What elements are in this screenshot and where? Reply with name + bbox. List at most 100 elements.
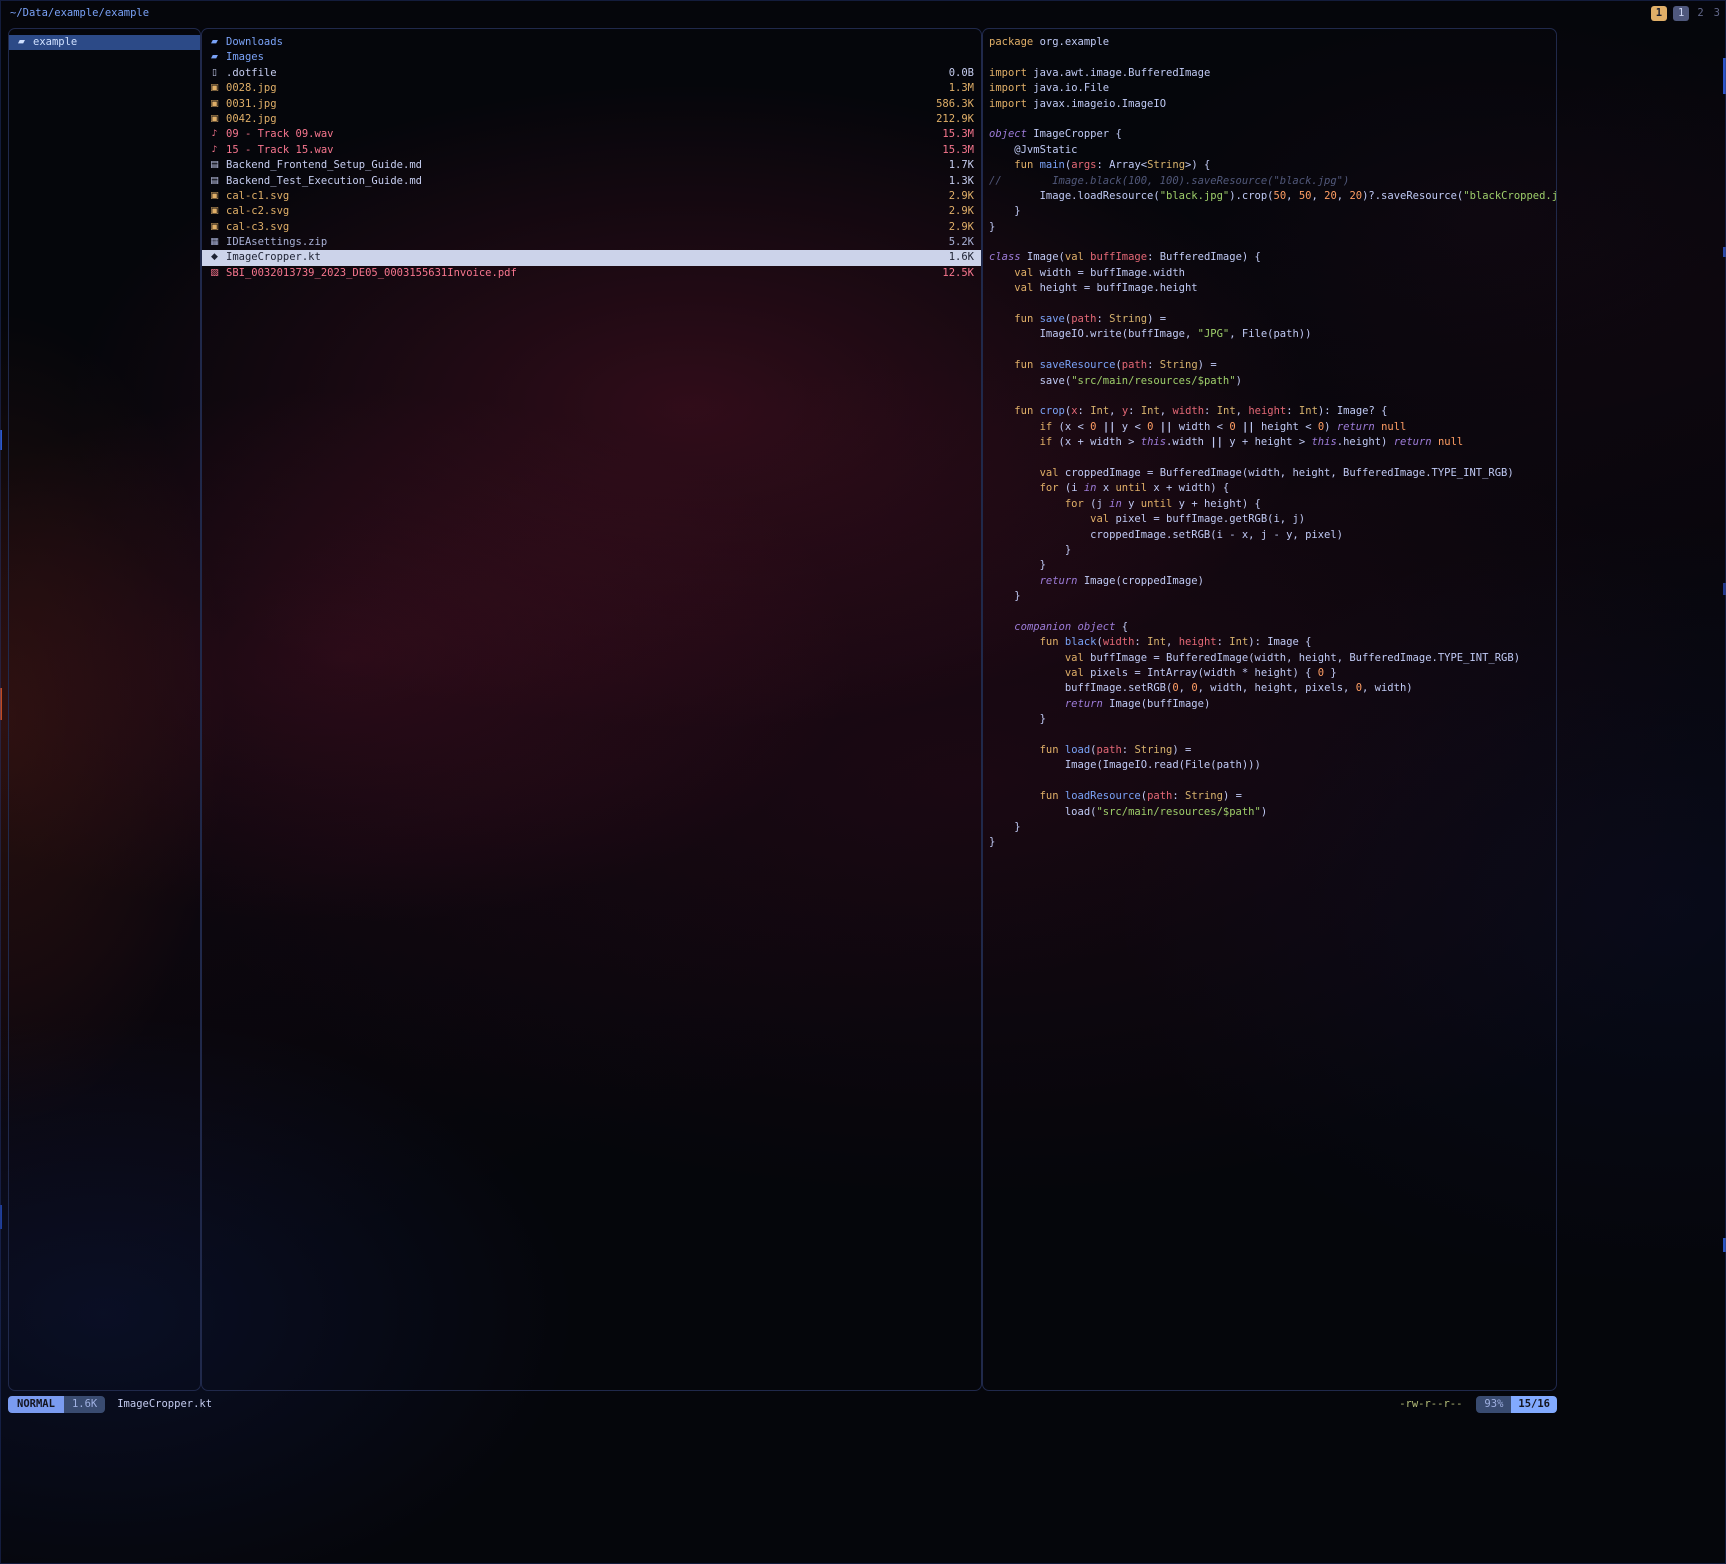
- folder-icon: ▰: [14, 35, 29, 50]
- file-name: 0031.jpg: [226, 97, 277, 112]
- code-token: in: [1084, 482, 1097, 494]
- code-token: :: [1122, 744, 1135, 756]
- code-token: :: [1286, 405, 1299, 417]
- code-line: val pixel = buffImage.getRGB(i, j): [989, 512, 1556, 527]
- code-line: [989, 235, 1556, 250]
- code-line: Image(ImageIO.read(File(path))): [989, 758, 1556, 773]
- file-permissions: -rw-r--r--: [1399, 1397, 1462, 1412]
- tab-3[interactable]: 3: [1712, 6, 1722, 21]
- code-token: :: [1204, 405, 1217, 417]
- file-size: 2.9K: [941, 189, 974, 204]
- file-name: Images: [226, 50, 264, 65]
- wallpaper-edge-glow: [0, 1205, 2, 1229]
- file-name: Backend_Test_Execution_Guide.md: [226, 174, 422, 189]
- code-line: [989, 112, 1556, 127]
- file-size: 212.9K: [928, 112, 974, 127]
- code-token: Image(ImageIO.read(File(path))): [989, 759, 1261, 771]
- file-size: 15.3M: [934, 143, 974, 158]
- code-line: }: [989, 543, 1556, 558]
- code-line: [989, 451, 1556, 466]
- statusbar-filename: ImageCropper.kt: [117, 1397, 212, 1412]
- code-token: [989, 513, 1090, 525]
- code-token: in: [1109, 498, 1122, 510]
- code-token: Image(: [1021, 251, 1065, 263]
- tab-2[interactable]: 2: [1695, 6, 1705, 21]
- file-size-badge: 1.6K: [64, 1396, 105, 1413]
- file-name: SBI_0032013739_2023_DE05_0003155631Invoi…: [226, 266, 517, 281]
- code-token: "black.jpg": [1160, 190, 1230, 202]
- parent-item-example[interactable]: ▰ example: [9, 35, 200, 50]
- code-line: for (i in x until x + width) {: [989, 481, 1556, 496]
- code-token: y <: [1115, 421, 1147, 433]
- file-row[interactable]: ▤Backend_Frontend_Setup_Guide.md1.7K: [202, 158, 981, 173]
- code-token: val: [1065, 251, 1084, 263]
- file-row[interactable]: ▣0031.jpg586.3K: [202, 97, 981, 112]
- code-token: }: [989, 544, 1071, 556]
- folder-icon: ▰: [207, 50, 222, 65]
- code-line: return Image(croppedImage): [989, 574, 1556, 589]
- file-row[interactable]: ▰ Images: [202, 50, 981, 65]
- tab-bar: 1123: [1651, 6, 1722, 21]
- code-token: "src/main/resources/$path": [1071, 375, 1235, 387]
- code-token: width: [1172, 405, 1204, 417]
- code-token: y: [1122, 498, 1141, 510]
- code-token: croppedImage = BufferedImage(width, heig…: [1059, 467, 1514, 479]
- code-token: Int: [1229, 636, 1248, 648]
- code-token: saveResource: [1040, 359, 1116, 371]
- code-token: ||: [1103, 421, 1116, 433]
- code-token: buffImage: [1090, 251, 1147, 263]
- file-row[interactable]: ▣0028.jpg1.3M: [202, 81, 981, 96]
- code-token: y + height) {: [1172, 498, 1261, 510]
- parent-item-label: example: [33, 35, 77, 50]
- code-token: ,: [1311, 190, 1324, 202]
- breadcrumb-path: ~/Data/example/example: [10, 6, 149, 21]
- file-row[interactable]: ◆ImageCropper.kt1.6K: [202, 250, 981, 265]
- code-token: @JvmStatic: [989, 144, 1078, 156]
- file-row[interactable]: ▤Backend_Test_Execution_Guide.md1.3K: [202, 174, 981, 189]
- file-row[interactable]: ▣cal-c1.svg2.9K: [202, 189, 981, 204]
- file-row[interactable]: ▣cal-c2.svg2.9K: [202, 204, 981, 219]
- file-row[interactable]: ▦IDEAsettings.zip5.2K: [202, 235, 981, 250]
- file-row[interactable]: ▰Downloads: [202, 35, 981, 50]
- code-token: args: [1071, 159, 1096, 171]
- file-row[interactable]: ♪09 - Track 09.wav15.3M: [202, 127, 981, 142]
- code-token: String: [1109, 313, 1147, 325]
- file-row[interactable]: ▣cal-c3.svg2.9K: [202, 220, 981, 235]
- file-size: 12.5K: [934, 266, 974, 281]
- code-line: Image.loadResource("black.jpg").crop(50,…: [989, 189, 1556, 204]
- file-size: 1.3M: [941, 81, 974, 96]
- code-token: companion object: [1014, 621, 1115, 633]
- code-token: [989, 482, 1040, 494]
- code-token: class: [989, 251, 1021, 263]
- code-token: }: [989, 590, 1021, 602]
- code-line: fun crop(x: Int, y: Int, width: Int, hei…: [989, 404, 1556, 419]
- code-token: :: [1172, 790, 1185, 802]
- tab-1[interactable]: 1: [1673, 6, 1689, 21]
- code-token: :: [1078, 405, 1091, 417]
- statusbar-right: -rw-r--r-- 93% 15/16: [1399, 1396, 1557, 1413]
- tab-1[interactable]: 1: [1651, 6, 1667, 21]
- code-token: load(: [989, 806, 1096, 818]
- code-token: [989, 467, 1040, 479]
- code-token: height <: [1255, 421, 1318, 433]
- code-token: null: [1438, 436, 1463, 448]
- file-name: 15 - Track 15.wav: [226, 143, 333, 158]
- code-line: object ImageCropper {: [989, 127, 1556, 142]
- code-token: Int: [1141, 405, 1160, 417]
- code-token: "blackCropped.jpg": [1463, 190, 1556, 202]
- code-token: buffImage = BufferedImage(width, height,…: [1084, 652, 1520, 664]
- current-pane: ▰Downloads▰ Images▯.dotfile0.0B▣0028.jpg1…: [201, 28, 982, 1391]
- code-token: org.example: [1033, 36, 1109, 48]
- file-row[interactable]: ▧SBI_0032013739_2023_DE05_0003155631Invo…: [202, 266, 981, 281]
- file-name: ImageCropper.kt: [226, 250, 321, 265]
- code-token: val: [1065, 652, 1084, 664]
- file-row[interactable]: ▣0042.jpg212.9K: [202, 112, 981, 127]
- code-token: : BufferedImage) {: [1147, 251, 1261, 263]
- code-token: return: [1394, 436, 1432, 448]
- file-row[interactable]: ▯.dotfile0.0B: [202, 66, 981, 81]
- code-line: }: [989, 558, 1556, 573]
- file-row[interactable]: ♪15 - Track 15.wav15.3M: [202, 143, 981, 158]
- code-token: ,: [1286, 190, 1299, 202]
- image-icon: ▣: [207, 220, 222, 235]
- code-token: height: [1179, 636, 1217, 648]
